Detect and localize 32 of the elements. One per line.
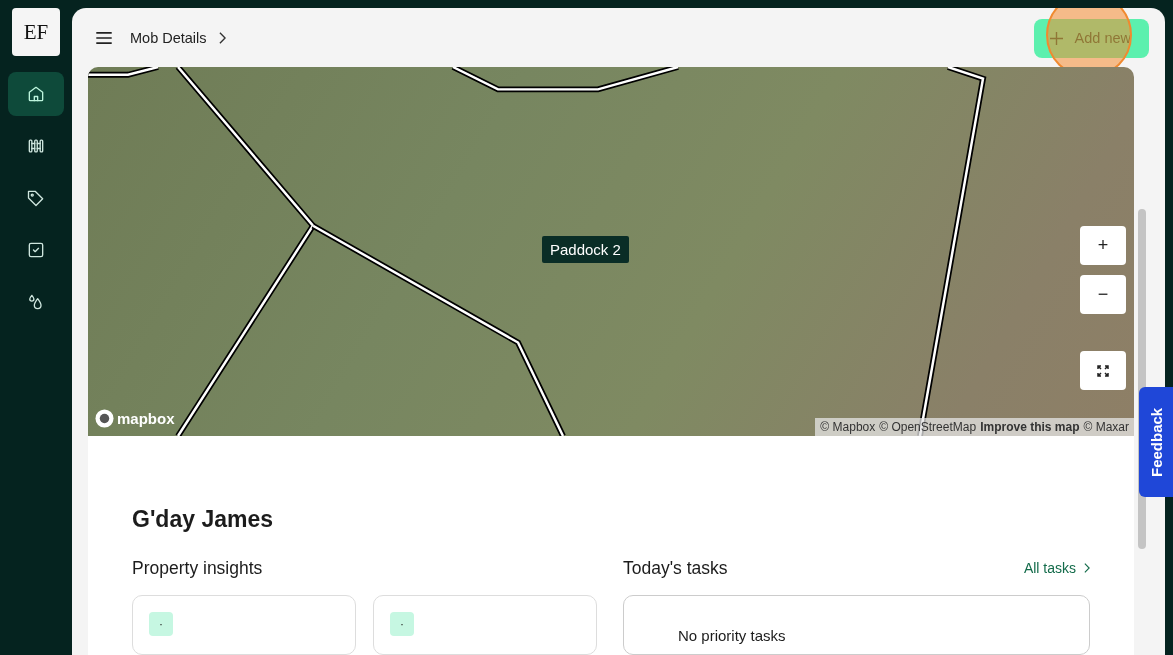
zoom-button[interactable]: + <box>1080 226 1126 265</box>
paddock-label[interactable]: Paddock 2 <box>542 236 629 263</box>
improve-map-link[interactable]: Improve this map <box>980 420 1080 434</box>
all-tasks-link[interactable]: All tasks <box>1023 560 1090 576</box>
breadcrumb[interactable]: Mob Details <box>130 29 207 46</box>
greeting: G'day James <box>132 506 274 533</box>
chevron-right-icon <box>1084 563 1090 573</box>
attribution-link[interactable]: © OpenStreetMap <box>879 420 977 434</box>
tag-icon <box>26 188 46 208</box>
home-icon <box>26 84 46 104</box>
sidebar-item[interactable] <box>8 72 64 116</box>
plus-icon <box>1049 31 1063 45</box>
mapbox-logo-icon <box>95 409 114 428</box>
insight-card[interactable]: · <box>132 595 356 655</box>
insight-card[interactable]: · <box>373 595 597 655</box>
chevron-right-icon <box>218 31 226 44</box>
empty-tasks-text: No priority tasks <box>678 627 786 644</box>
menu-icon[interactable] <box>96 31 112 44</box>
insight-icon: · <box>390 612 414 636</box>
fullscreen-icon <box>1097 364 1109 377</box>
checkbox-icon <box>26 240 46 260</box>
section-title: Today's tasks <box>623 557 728 579</box>
attribution-link[interactable]: © Mapbox <box>820 420 876 434</box>
section-title: Property insights <box>132 557 264 579</box>
fullscreen-button[interactable] <box>1080 351 1126 390</box>
attribution-link[interactable]: © Maxar <box>1083 420 1129 434</box>
logo[interactable]: EF <box>12 8 60 56</box>
satellite-map[interactable]: Paddock 2 + − mapbox © Mapbox © OpenStreetMap Improve this map © Maxar <box>88 67 1134 436</box>
zoom-button[interactable]: − <box>1080 275 1126 314</box>
insight-icon: · <box>149 612 173 636</box>
feedback-tab[interactable]: Feedback <box>1139 387 1173 497</box>
mapbox-logo: mapbox <box>95 409 175 428</box>
